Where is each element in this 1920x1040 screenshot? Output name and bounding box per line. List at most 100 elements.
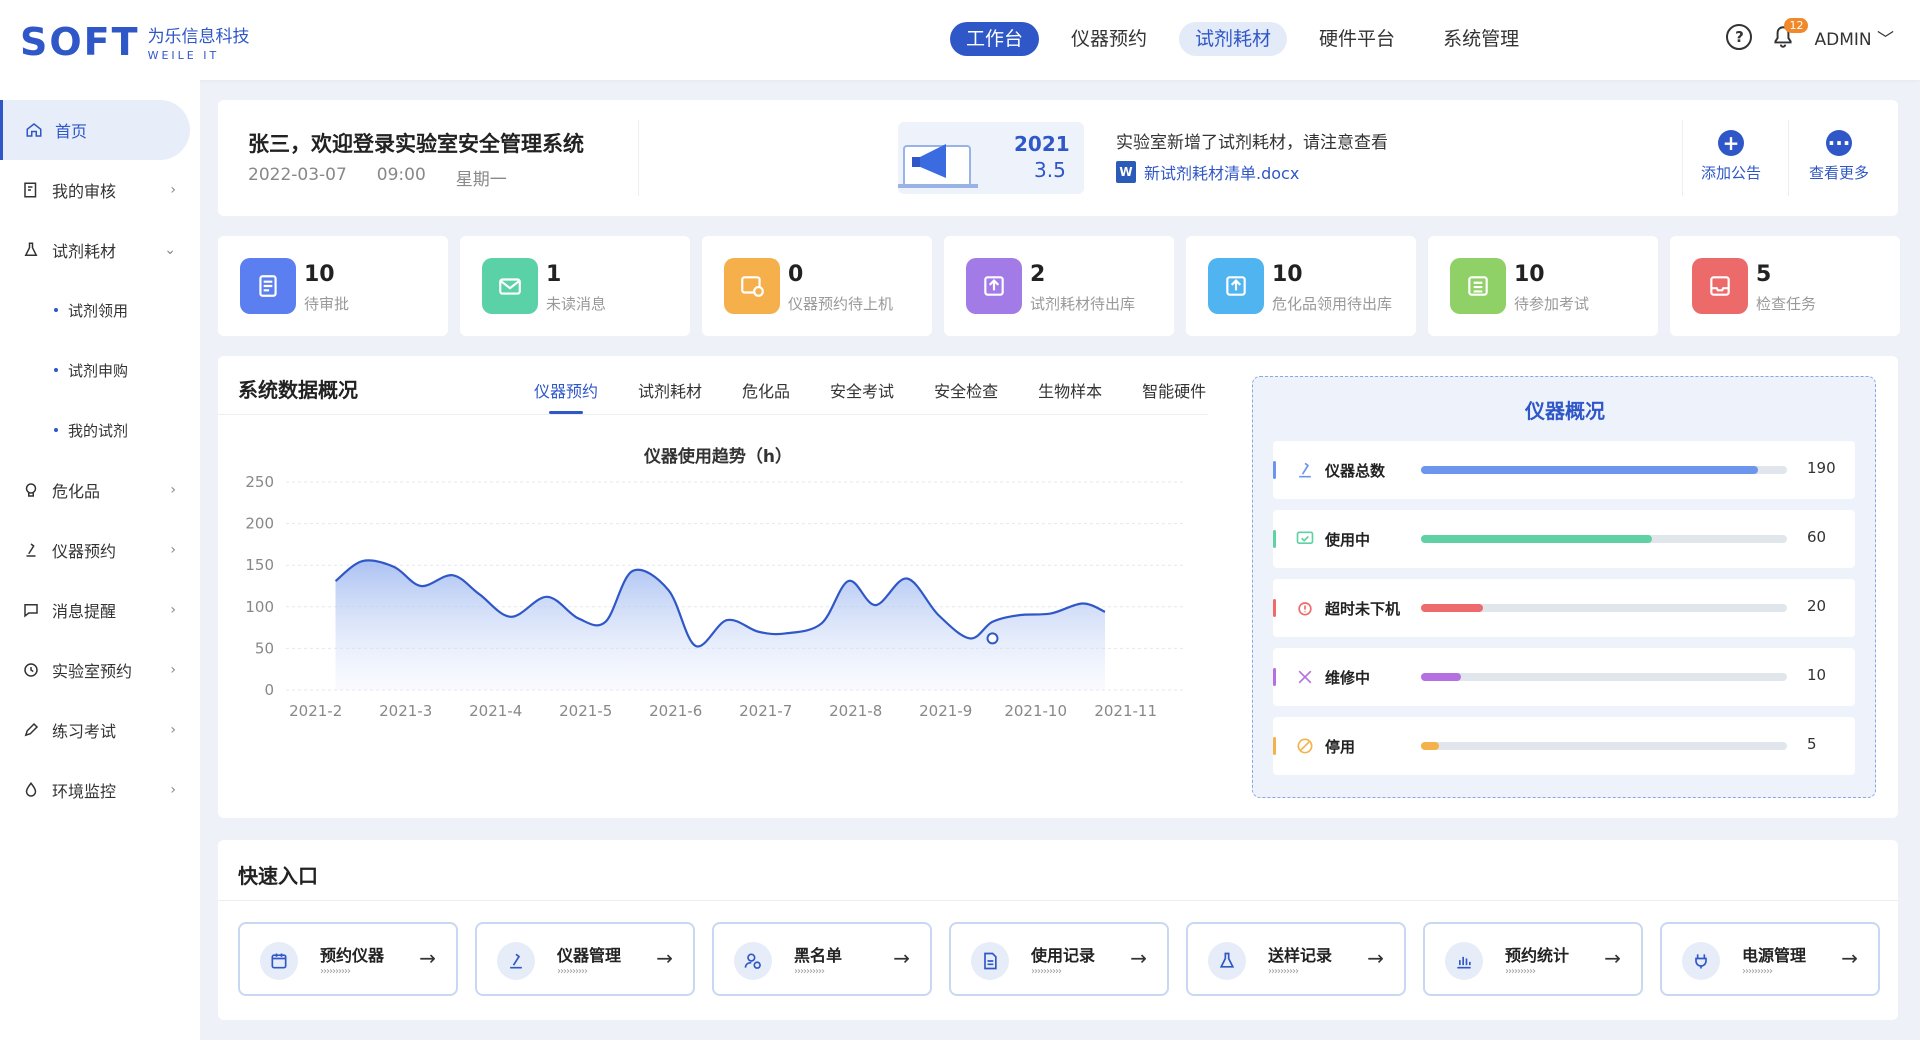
stat-label: 未读消息 [546,295,607,313]
view-more-label: 查看更多 [1808,164,1869,182]
bell-icon[interactable]: 12 [1770,18,1809,50]
tab-instrument-booking[interactable]: 仪器预约 [514,378,618,414]
tab-hazardous[interactable]: 危化品 [722,378,810,414]
arrow-right-icon: → [893,946,910,970]
progress-fill [1421,466,1758,474]
row-label: 维修中 [1325,669,1371,687]
divider [218,900,1898,901]
stat-card-reagent-outbound[interactable]: 2 试剂耗材待出库 [944,236,1174,336]
tab-reagents[interactable]: 试剂耗材 [618,378,722,414]
sidebar-subitem-reagent-purchase[interactable]: 试剂申购 [0,340,200,400]
sidebar-item-reagents[interactable]: 试剂耗材 ⌄ [0,220,200,280]
stat-card-booking-pending[interactable]: 0 仪器预约待上机 [702,236,932,336]
sidebar-item-label: 实验室预约 [52,662,133,681]
arrow-right-icon: → [1604,946,1621,970]
stat-value: 2 [1030,262,1046,287]
user-menu[interactable]: ADMIN ﹀ [1814,25,1894,50]
quick-booking-stats-button[interactable]: 预约统计 ›››››››››› → [1423,922,1643,996]
sidebar: 首页 我的审核 › 试剂耗材 ⌄ 试剂领用 试剂申购 我的试剂 危化品 › 仪器… [0,80,200,1040]
sidebar-item-env-monitor[interactable]: 环境监控 › [0,760,200,820]
current-date: 2022-03-07 [248,165,347,185]
stat-label: 试剂耗材待出库 [1030,295,1136,313]
nav-hardware[interactable]: 硬件平台 [1303,22,1411,56]
tab-safety-exam[interactable]: 安全考试 [810,378,914,414]
microscope-icon [22,541,40,559]
arrows-decoration: ›››››››››› [1031,966,1062,977]
panel-title: 仪器概况 [1525,399,1605,423]
sidebar-item-label: 练习考试 [52,722,117,741]
check-screen-icon [1295,529,1315,549]
overview-tabs: 仪器预约 试剂耗材 危化品 安全考试 安全检查 生物样本 智能硬件 [514,378,1226,414]
stat-card-inspection-task[interactable]: 5 检查任务 [1670,236,1900,336]
instrument-row-total: 仪器总数 190 [1273,441,1855,499]
arrows-decoration: ›››››››››› [557,966,588,977]
stat-value: 5 [1756,262,1772,287]
sidebar-item-instrument-booking[interactable]: 仪器预约 › [0,520,200,580]
ban-icon [1295,736,1315,756]
tab-safety-inspection[interactable]: 安全检查 [914,378,1018,414]
arrows-decoration: ›››››››››› [1268,966,1299,977]
quick-usage-record-button[interactable]: 使用记录 ›››››››››› → [949,922,1169,996]
y-tick-label: 250 [245,473,274,491]
add-announcement-button[interactable]: + 添加公告 [1686,130,1776,183]
notification-badge: 12 [1784,18,1809,33]
y-tick-label: 0 [264,681,274,699]
announcement-attachment[interactable]: W 新试剂耗材清单.docx [1116,160,1299,184]
tab-bio-samples[interactable]: 生物样本 [1018,378,1122,414]
quick-book-instrument-button[interactable]: 预约仪器 ›››››››››› → [238,922,458,996]
announcement-day: 3.5 [1034,158,1066,182]
quick-blacklist-button[interactable]: 黑名单 ›››››››››› → [712,922,932,996]
chevron-right-icon: › [170,482,176,498]
stat-card-pending-exam[interactable]: 10 待参加考试 [1428,236,1658,336]
row-value: 5 [1807,735,1817,753]
x-tick-label: 2021-3 [379,702,432,720]
top-header: SOFT 为乐信息科技 WEILE IT 工作台 仪器预约 试剂耗材 硬件平台 … [0,0,1920,80]
sidebar-item-label: 消息提醒 [52,602,117,621]
sidebar-item-my-review[interactable]: 我的审核 › [0,160,200,220]
chevron-down-icon: ⌄ [164,242,176,258]
quick-label: 送样记录 [1268,946,1333,965]
sidebar-item-lab-booking[interactable]: 实验室预约 › [0,640,200,700]
x-tick-label: 2021-4 [469,702,522,720]
help-icon[interactable]: ? [1726,24,1753,50]
drop-icon [22,781,40,799]
divider [218,414,1208,415]
document-icon [240,258,296,314]
x-tick-label: 2021-11 [1094,702,1157,720]
nav-workbench[interactable]: 工作台 [950,22,1040,56]
brand-logo[interactable]: SOFT 为乐信息科技 WEILE IT [20,20,250,64]
arrow-right-icon: → [1841,946,1858,970]
x-tick-label: 2021-5 [559,702,612,720]
alarm-clock-icon [1295,598,1315,618]
stat-value: 10 [304,262,335,287]
quick-power-manage-button[interactable]: 电源管理 ›››››››››› → [1660,922,1880,996]
quick-label: 使用记录 [1031,946,1096,965]
nav-system[interactable]: 系统管理 [1427,22,1535,56]
view-more-button[interactable]: ··· 查看更多 [1794,130,1884,183]
flask-icon [22,241,40,259]
quick-entry-title: 快速入口 [238,864,318,888]
quick-instrument-manage-button[interactable]: 仪器管理 ›››››››››› → [475,922,695,996]
sidebar-subitem-my-reagents[interactable]: 我的试剂 [0,400,200,460]
y-tick-label: 100 [245,598,274,616]
x-tick-label: 2021-10 [1004,702,1067,720]
current-weekday: 星期一 [455,170,507,190]
quick-label: 预约仪器 [320,946,385,965]
quick-sample-record-button[interactable]: 送样记录 ›››››››››› → [1186,922,1406,996]
sidebar-item-messages[interactable]: 消息提醒 › [0,580,200,640]
sidebar-item-home[interactable]: 首页 [0,100,190,160]
review-icon [22,181,40,199]
sidebar-subitem-reagent-receive[interactable]: 试剂领用 [0,280,200,340]
stat-card-pending-approval[interactable]: 10 待审批 [218,236,448,336]
sidebar-item-hazardous[interactable]: 危化品 › [0,460,200,520]
stat-label: 待审批 [304,295,350,313]
stat-card-unread-messages[interactable]: 1 未读消息 [460,236,690,336]
nav-reagents[interactable]: 试剂耗材 [1179,22,1288,56]
tab-smart-hardware[interactable]: 智能硬件 [1122,378,1226,414]
stat-label: 待参加考试 [1514,295,1590,313]
stat-card-hazardous-outbound[interactable]: 10 危化品领用待出库 [1186,236,1416,336]
sidebar-item-practice-exam[interactable]: 练习考试 › [0,700,200,760]
row-label: 超时未下机 [1325,600,1401,618]
instrument-row-repair: 维修中 10 [1273,648,1855,706]
nav-instrument-booking[interactable]: 仪器预约 [1055,22,1163,56]
